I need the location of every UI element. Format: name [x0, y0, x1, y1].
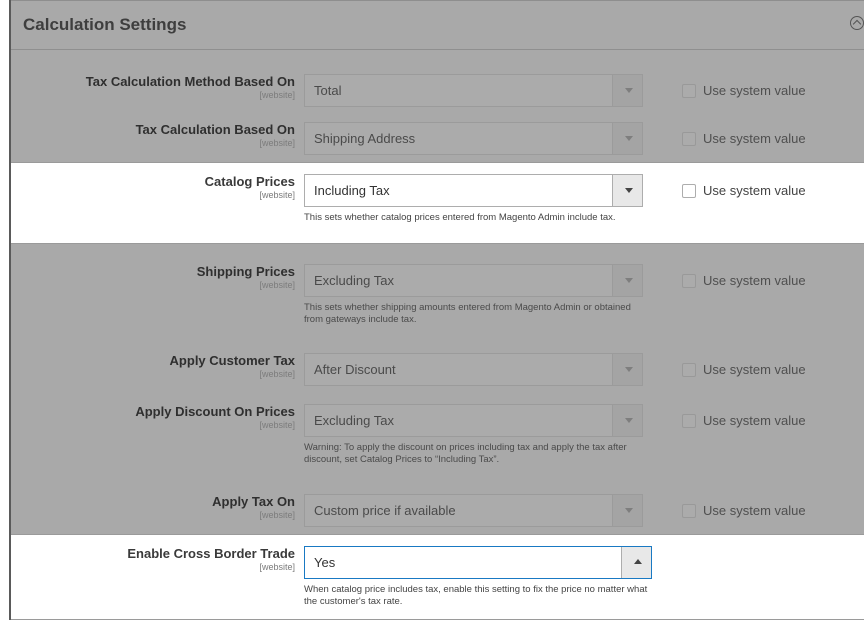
field-label: Apply Customer Tax [website] [170, 353, 295, 380]
row-enable-cross-border-trade: Enable Cross Border Trade [website] Yes [11, 546, 864, 586]
chevron-down-icon [625, 188, 633, 193]
checkbox-label: Use system value [703, 83, 806, 99]
collapse-chevron-icon[interactable] [850, 16, 864, 30]
use-system-value-checkbox[interactable]: Use system value [682, 82, 806, 100]
select-value: Yes [314, 555, 336, 570]
scope-label: [website] [259, 420, 295, 430]
row-tax-calculation-method: Tax Calculation Method Based On [website… [11, 74, 864, 114]
field-label: Tax Calculation Method Based On [website… [86, 74, 295, 101]
tax-calculation-method-select[interactable]: Total [304, 74, 643, 107]
use-system-value-checkbox[interactable]: Use system value [682, 130, 806, 148]
tax-calculation-based-on-select[interactable]: Shipping Address [304, 122, 643, 155]
chevron-down-icon [625, 278, 633, 283]
catalog-prices-note: This sets whether catalog prices entered… [304, 212, 616, 223]
select-value: Shipping Address [314, 131, 416, 146]
checkbox[interactable] [682, 131, 696, 146]
dim-section-top: Tax Calculation Method Based On [website… [11, 50, 864, 162]
section-title: Calculation Settings [23, 15, 187, 34]
select-value: Excluding Tax [314, 413, 394, 428]
dropdown-button[interactable] [612, 354, 642, 385]
catalog-prices-section: Catalog Prices [website] Including Tax U… [11, 162, 864, 244]
catalog-prices-select[interactable]: Including Tax [304, 174, 643, 207]
scope-label: [website] [259, 280, 295, 290]
dim-section-middle: Shipping Prices [website] Excluding Tax … [11, 244, 864, 534]
field-label: Catalog Prices [website] [205, 174, 295, 201]
scope-label: [website] [259, 510, 295, 520]
cross-border-trade-section: Enable Cross Border Trade [website] Yes … [11, 534, 864, 620]
label-text: Apply Tax On [212, 494, 295, 509]
dropdown-button[interactable] [612, 405, 642, 436]
field-label: Tax Calculation Based On [website] [136, 122, 295, 149]
use-system-value-checkbox[interactable]: Use system value [682, 361, 806, 379]
calculation-settings-panel: Calculation Settings Tax Calculation Met… [9, 0, 864, 620]
chevron-down-icon [625, 88, 633, 93]
scope-label: [website] [259, 138, 295, 148]
label-text: Tax Calculation Based On [135, 122, 295, 137]
field-label: Enable Cross Border Trade [website] [127, 546, 295, 573]
checkbox-label: Use system value [703, 413, 806, 429]
use-system-value-checkbox[interactable]: Use system value [682, 272, 806, 290]
checkbox[interactable] [682, 413, 696, 428]
field-label: Apply Tax On [website] [212, 494, 295, 521]
checkbox-label: Use system value [703, 273, 806, 289]
checkbox-label: Use system value [703, 131, 806, 147]
select-value: Excluding Tax [314, 273, 394, 288]
field-label: Shipping Prices [website] [197, 264, 295, 291]
select-value: Including Tax [314, 183, 390, 198]
chevron-down-icon [625, 508, 633, 513]
enable-cross-border-trade-select[interactable]: Yes [304, 546, 652, 579]
dropdown-button[interactable] [612, 175, 642, 206]
section-header[interactable]: Calculation Settings [11, 0, 864, 50]
dropdown-button[interactable] [621, 547, 651, 578]
row-tax-calculation-based-on: Tax Calculation Based On [website] Shipp… [11, 122, 864, 162]
chevron-down-icon [625, 418, 633, 423]
select-value: After Discount [314, 362, 396, 377]
apply-customer-tax-select[interactable]: After Discount [304, 353, 643, 386]
row-catalog-prices: Catalog Prices [website] Including Tax U… [11, 174, 864, 214]
cross-border-trade-note: When catalog price includes tax, enable … [304, 584, 648, 607]
chevron-down-icon [625, 136, 633, 141]
row-apply-tax-on: Apply Tax On [website] Custom price if a… [11, 494, 864, 534]
field-label: Apply Discount On Prices [website] [135, 404, 295, 431]
apply-discount-on-prices-select[interactable]: Excluding Tax [304, 404, 643, 437]
label-text: Catalog Prices [204, 174, 295, 189]
label-text: Apply Discount On Prices [135, 404, 295, 419]
row-apply-discount-on-prices: Apply Discount On Prices [website] Exclu… [11, 404, 864, 444]
scope-label: [website] [259, 369, 295, 379]
checkbox[interactable] [682, 83, 696, 98]
use-system-value-checkbox[interactable]: Use system value [682, 412, 806, 430]
select-value: Total [314, 83, 342, 98]
chevron-up-icon [634, 559, 642, 564]
dropdown-button[interactable] [612, 265, 642, 296]
checkbox[interactable] [682, 273, 696, 288]
label-text: Enable Cross Border Trade [127, 546, 295, 561]
checkbox-label: Use system value [703, 503, 806, 519]
label-text: Apply Customer Tax [169, 353, 295, 368]
scope-label: [website] [259, 190, 295, 200]
label-text: Shipping Prices [196, 264, 295, 279]
apply-tax-on-select[interactable]: Custom price if available [304, 494, 643, 527]
dropdown-button[interactable] [612, 495, 642, 526]
use-system-value-checkbox[interactable]: Use system value [682, 502, 806, 520]
dropdown-button[interactable] [612, 123, 642, 154]
checkbox[interactable] [682, 362, 696, 377]
checkbox[interactable] [682, 503, 696, 518]
chevron-down-icon [625, 367, 633, 372]
select-value: Custom price if available [314, 503, 456, 518]
dropdown-button[interactable] [612, 75, 642, 106]
shipping-prices-select[interactable]: Excluding Tax [304, 264, 643, 297]
row-apply-customer-tax: Apply Customer Tax [website] After Disco… [11, 353, 864, 393]
checkbox-label: Use system value [703, 183, 806, 199]
apply-discount-warning-note: Warning: To apply the discount on prices… [304, 442, 627, 465]
row-shipping-prices: Shipping Prices [website] Excluding Tax … [11, 264, 864, 304]
shipping-prices-note: This sets whether shipping amounts enter… [304, 302, 631, 325]
label-text: Tax Calculation Method Based On [85, 74, 295, 89]
scope-label: [website] [259, 90, 295, 100]
checkbox-label: Use system value [703, 362, 806, 378]
scope-label: [website] [259, 562, 295, 572]
use-system-value-checkbox[interactable]: Use system value [682, 182, 806, 200]
checkbox[interactable] [682, 183, 696, 198]
